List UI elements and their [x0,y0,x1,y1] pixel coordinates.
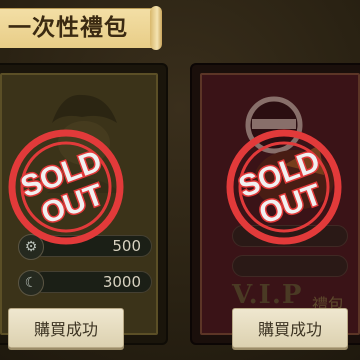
reward-row-2 [232,255,348,277]
page-title: 一次性禮包 [8,15,128,41]
banner-scroll-end [150,6,162,50]
purchase-success-button-2[interactable]: 購買成功 [232,308,348,348]
sold-out-stamp-2: SOLDOUT [226,129,342,245]
purchase-success-button-1[interactable]: 購買成功 [8,308,124,348]
button-label: 購買成功 [257,320,322,339]
moon-icon: ☾ [18,270,44,296]
title-banner: 一次性禮包 [0,6,162,50]
sold-out-stamp-1: SOLDOUT [8,129,124,245]
button-label: 購買成功 [33,320,98,339]
reward-amount-2: 3000 [102,273,141,291]
reward-row-2: 3000 [32,271,152,293]
vip-label: V.I.P [232,280,303,310]
